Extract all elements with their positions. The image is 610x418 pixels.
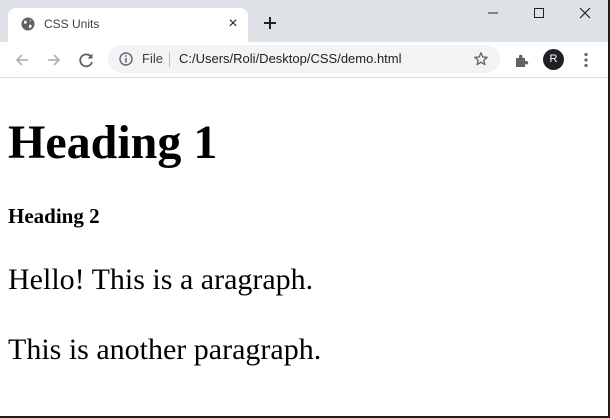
toolbar: File C:/Users/Roli/Desktop/CSS/demo.html…: [0, 42, 608, 78]
avatar[interactable]: R: [543, 49, 564, 70]
tab-active[interactable]: CSS Units ×: [8, 8, 248, 42]
heading-1: Heading 1: [8, 116, 218, 169]
url-text[interactable]: C:/Users/Roli/Desktop/CSS/demo.html: [179, 52, 402, 66]
paragraph-1: Hello! This is a aragraph.: [8, 263, 314, 296]
paragraph-2: This is another paragraph.: [8, 333, 322, 366]
info-icon[interactable]: [119, 52, 133, 66]
omnibox-divider: [169, 52, 170, 67]
tab-close-icon[interactable]: ×: [225, 16, 241, 32]
puzzle-icon[interactable]: [512, 50, 532, 70]
arrow-right-icon[interactable]: [44, 50, 64, 70]
address-bar[interactable]: File C:/Users/Roli/Desktop/CSS/demo.html: [108, 45, 500, 73]
scheme-label: File: [142, 51, 163, 66]
maximize-icon[interactable]: [516, 0, 562, 30]
browser-window: CSS Units × File C:/Users/Roli/Desktop/C…: [0, 0, 610, 418]
globe-icon: [21, 17, 35, 31]
tab-title: CSS Units: [44, 17, 100, 31]
tab-strip: CSS Units ×: [0, 0, 608, 42]
arrow-left-icon[interactable]: [12, 50, 32, 70]
plus-icon[interactable]: [260, 13, 280, 33]
reload-icon[interactable]: [76, 50, 96, 70]
minimize-icon[interactable]: [470, 0, 516, 30]
star-icon[interactable]: [473, 51, 489, 67]
page-content: Heading 1 Heading 2 Hello! This is a ara…: [0, 78, 608, 416]
close-icon[interactable]: [562, 0, 608, 30]
kebab-menu-icon[interactable]: [576, 50, 596, 70]
heading-2: Heading 2: [8, 204, 100, 228]
